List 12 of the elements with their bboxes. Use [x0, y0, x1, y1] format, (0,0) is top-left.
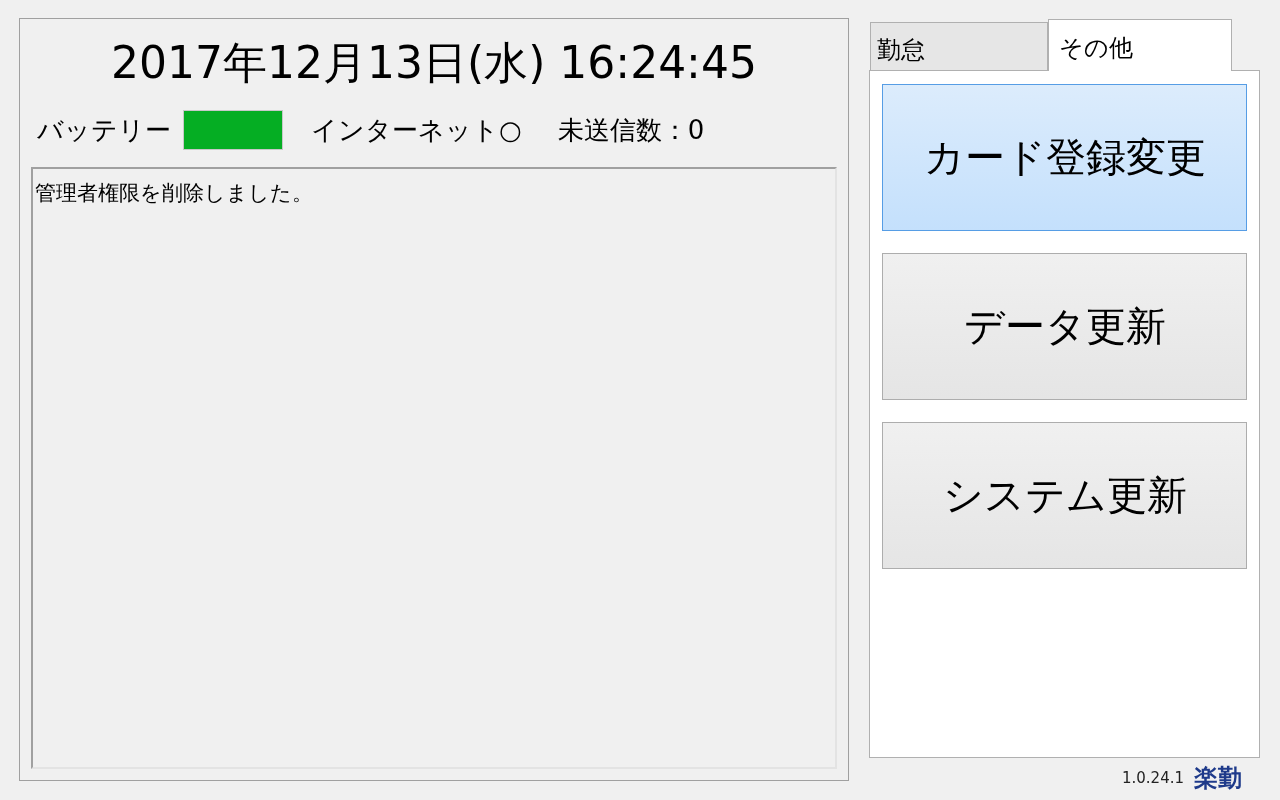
- message-log: 管理者権限を削除しました。: [31, 167, 837, 769]
- logo: 楽勤: [1194, 763, 1242, 794]
- date-time: 2017年12月13日(水) 16:24:45: [111, 36, 757, 90]
- tab[interactable]: その他: [1048, 19, 1232, 71]
- battery-label: バッテリー: [37, 113, 171, 147]
- unsent-count: 未送信数：0: [557, 113, 705, 147]
- action-button[interactable]: データ更新: [882, 253, 1247, 400]
- internet-status: インターネット○: [311, 113, 522, 147]
- version-label: 1.0.24.1: [1121, 769, 1184, 787]
- action-button[interactable]: システム更新: [882, 422, 1247, 569]
- tab[interactable]: 勤怠: [870, 22, 1048, 70]
- action-button[interactable]: カード登録変更: [882, 84, 1247, 231]
